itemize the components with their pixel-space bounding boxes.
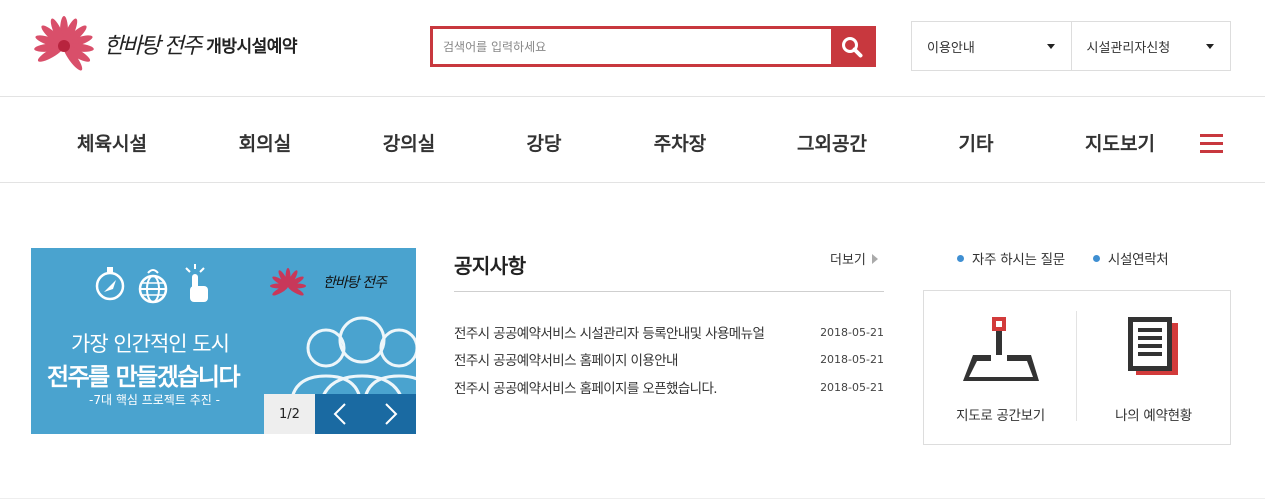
compass-icon — [95, 267, 125, 301]
chevron-right-icon — [385, 403, 398, 425]
header: 한바탕 전주 개방시설예약 이용안내 시설관리자신청 — [0, 0, 1265, 97]
nav-etc[interactable]: 기타 — [959, 129, 994, 156]
util-guide-dropdown[interactable]: 이용안내 — [912, 22, 1071, 70]
notice-title: 공지사항 — [454, 254, 526, 278]
banner-headline-1: 가장 인간적인 도시 — [71, 332, 230, 356]
nav-meeting-room[interactable]: 회의실 — [239, 129, 291, 156]
search-icon — [842, 36, 863, 57]
caret-down-icon — [1046, 43, 1055, 49]
my-reservation-label: 나의 예약현황 — [1115, 408, 1192, 424]
bullet-dot-icon — [957, 254, 964, 262]
banner-logo-text: 한바탕 전주 — [323, 275, 387, 291]
caret-down-icon — [1206, 43, 1214, 49]
notice-item-title: 전주시 공공예약서비스 홈페이지를 오픈했습니다. — [454, 381, 717, 397]
hamburger-menu-icon[interactable] — [1200, 134, 1223, 153]
notice-item-date: 2018-05-21 — [820, 325, 884, 339]
util-manager-label: 시설관리자신청 — [1086, 40, 1171, 56]
notice-item-title: 전주시 공공예약서비스 시설관리자 등록안내및 사용메뉴얼 — [454, 326, 765, 342]
map-pin-icon — [962, 317, 1039, 381]
nav-lecture-room[interactable]: 강의실 — [383, 129, 435, 156]
notice-item[interactable]: 전주시 공공예약서비스 홈페이지 이용안내 2018-05-21 — [454, 349, 884, 370]
promo-banner[interactable]: 한바탕 전주 가장 인간적인 도시 전주를 만들겠습니다 -7대 핵심 프로젝트… — [31, 248, 416, 434]
faq-link[interactable]: 자주 하시는 질문 — [957, 248, 1065, 268]
chevron-left-icon — [333, 403, 346, 425]
site-logo[interactable]: 한바탕 전주 개방시설예약 — [30, 16, 298, 72]
notice-more-link[interactable]: 더보기 — [830, 249, 878, 268]
nav-other-space[interactable]: 그외공간 — [797, 129, 867, 156]
nav-parking[interactable]: 주차장 — [654, 129, 706, 156]
notice-item[interactable]: 전주시 공공예약서비스 시설관리자 등록안내및 사용메뉴얼 2018-05-21 — [454, 322, 884, 343]
notice-item-title: 전주시 공공예약서비스 홈페이지 이용안내 — [454, 353, 678, 369]
contact-link[interactable]: 시설연락처 — [1092, 248, 1169, 268]
hand-pointer-icon — [185, 264, 208, 302]
nav-map[interactable]: 지도보기 — [1085, 129, 1155, 156]
banner-subtitle: -7대 핵심 프로젝트 추진 - — [89, 393, 220, 407]
my-reservation-card[interactable]: 나의 예약현황 — [1077, 291, 1230, 444]
contact-link-label: 시설연락처 — [1107, 252, 1169, 268]
banner-page-count: 1/2 — [264, 394, 315, 434]
banner-next-button[interactable] — [365, 394, 416, 434]
search-input[interactable] — [433, 29, 835, 64]
main-navigation: 체육시설 회의실 강의실 강당 주차장 그외공간 기타 지도보기 — [0, 97, 1265, 183]
banner-headline-2: 전주를 만들겠습니다 — [47, 363, 241, 391]
flower-logo-icon — [34, 16, 94, 71]
faq-link-label: 자주 하시는 질문 — [972, 252, 1065, 268]
search-button[interactable] — [831, 26, 873, 67]
logo-title: 개방시설예약 — [206, 36, 298, 57]
bullet-dot-icon — [1092, 254, 1100, 262]
notice-item[interactable]: 전주시 공공예약서비스 홈페이지를 오픈했습니다. 2018-05-21 — [454, 377, 884, 398]
logo-script-text: 한바탕 전주 — [104, 34, 202, 59]
map-view-label: 지도로 공간보기 — [956, 408, 1045, 424]
notice-item-date: 2018-05-21 — [820, 352, 884, 366]
search-box — [430, 26, 876, 67]
banner-flower-icon — [270, 268, 306, 296]
notice-more-label: 더보기 — [830, 253, 866, 268]
document-icon — [1127, 317, 1178, 375]
globe-icon — [138, 269, 168, 304]
util-guide-label: 이용안내 — [927, 40, 975, 56]
arrow-right-icon — [871, 253, 878, 264]
banner-pager: 1/2 — [264, 394, 416, 434]
map-view-card[interactable]: 지도로 공간보기 — [924, 291, 1077, 444]
quick-links: 자주 하시는 질문 시설연락처 — [957, 248, 1169, 268]
utility-menu: 이용안내 시설관리자신청 — [911, 21, 1231, 71]
banner-prev-button[interactable] — [315, 394, 366, 434]
util-manager-dropdown[interactable]: 시설관리자신청 — [1070, 22, 1231, 70]
nav-sports[interactable]: 체육시설 — [77, 129, 147, 156]
notice-item-date: 2018-05-21 — [820, 380, 884, 394]
quick-menu-box: 지도로 공간보기 나의 예약현황 — [923, 290, 1231, 445]
nav-auditorium[interactable]: 강당 — [527, 129, 562, 156]
notice-divider — [454, 291, 884, 292]
footer-divider — [0, 498, 1265, 499]
